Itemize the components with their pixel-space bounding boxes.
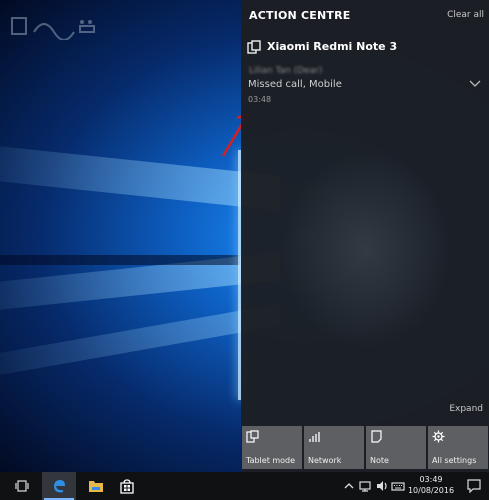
watermark-logo — [11, 17, 95, 40]
keyboard-icon[interactable] — [391, 479, 405, 493]
edge-button[interactable] — [42, 472, 76, 500]
window-divider — [0, 255, 240, 265]
volume-icon[interactable] — [375, 479, 389, 493]
file-explorer-button[interactable] — [80, 472, 112, 500]
tile-note[interactable]: Note — [366, 426, 426, 469]
network-icon[interactable] — [358, 479, 372, 493]
store-icon — [120, 478, 134, 494]
expand-link[interactable]: Expand — [449, 404, 483, 414]
notification-body: Missed call, Mobile — [248, 79, 342, 90]
task-view-icon — [15, 480, 29, 492]
note-icon — [371, 430, 382, 443]
notification-sender: Lilian Tan (Dear) — [249, 66, 323, 76]
tablet-mode-icon — [246, 430, 259, 443]
store-button[interactable] — [114, 472, 140, 500]
clock-date: 10/08/2016 — [407, 486, 455, 495]
task-view-button[interactable] — [8, 472, 36, 500]
network-icon — [309, 432, 320, 442]
taskbar-clock[interactable]: 03:49 10/08/2016 — [406, 474, 456, 496]
file-explorer-icon — [89, 481, 103, 492]
tile-label: Tablet mode — [246, 456, 296, 465]
tile-tablet-mode[interactable]: Tablet mode — [242, 426, 302, 469]
edge-icon — [54, 480, 65, 493]
tile-network[interactable]: Network — [304, 426, 364, 469]
notification-time: 03:48 — [248, 95, 272, 104]
action-centre-icon — [467, 479, 481, 493]
tile-label: Network — [308, 456, 342, 465]
notification-card[interactable]: Lilian Tan (Dear) Missed call, Mobile 03… — [241, 62, 489, 112]
action-centre-button[interactable] — [458, 472, 489, 500]
action-centre-panel: ACTION CENTRE Clear all Xiaomi Redmi Not… — [241, 0, 489, 472]
clock-time: 03:49 — [419, 475, 443, 484]
app-name: Xiaomi Redmi Note 3 — [267, 40, 398, 53]
tile-label: All settings — [432, 456, 477, 465]
tile-all-settings[interactable]: All settings — [428, 426, 488, 469]
panel-title: ACTION CENTRE — [249, 9, 351, 22]
phone-app-icon — [247, 40, 261, 54]
chevron-up-icon[interactable] — [344, 479, 354, 493]
quick-actions: Tablet mode Network Note All settings — [241, 426, 489, 470]
clear-all-link[interactable]: Clear all — [447, 10, 484, 20]
blurred-background — [281, 150, 451, 350]
chevron-down-icon[interactable] — [469, 78, 481, 88]
taskbar: 03:49 10/08/2016 — [0, 472, 489, 500]
gear-icon — [432, 430, 445, 443]
tile-label: Note — [370, 456, 389, 465]
